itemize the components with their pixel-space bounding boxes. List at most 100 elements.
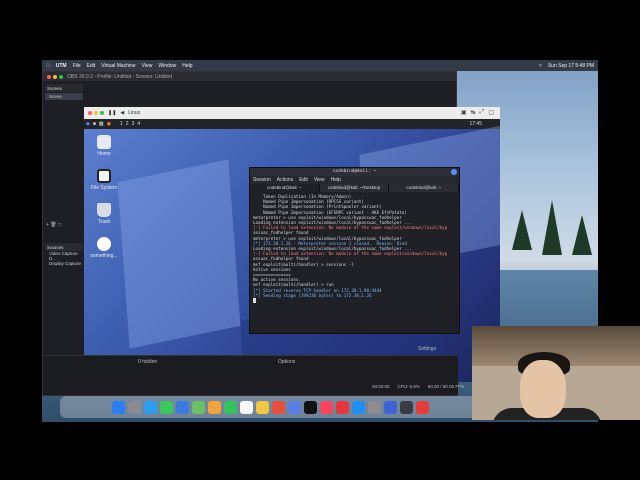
terminal-menu-actions[interactable]: Actions [277, 177, 293, 183]
vm-drive-icon[interactable]: ▣ [461, 109, 467, 116]
vm-share-icon[interactable]: ↹ [470, 109, 475, 116]
workspace-3[interactable]: 3 [132, 121, 135, 127]
freeform-icon[interactable] [287, 400, 301, 414]
vm-preview: ❚❚ ◀ Linux ▣ ↹ ⤢ ▢ ◆ ■ ▩ ◉ 1 2 3 4 17:45… [84, 107, 500, 382]
finder-icon[interactable] [111, 400, 125, 414]
desktop-icon-label: something... [90, 253, 118, 259]
obs-icon[interactable] [399, 400, 413, 414]
mail-icon[interactable] [175, 400, 189, 414]
menu-edit[interactable]: Edit [87, 63, 96, 69]
reminders-icon[interactable] [271, 400, 285, 414]
vm-toolbar: ▣ ↹ ⤢ ▢ [461, 109, 494, 116]
vm-window-icon[interactable]: ▢ [488, 109, 494, 116]
menu-window[interactable]: Window [158, 63, 176, 69]
scenes-panel-label: Scenes [45, 84, 83, 92]
obs-statusbar: 00:00:00 CPU: 6.9% 60.00 / 60.00 FPS [372, 384, 464, 389]
terminal-window[interactable]: codebind@kali: ~ Session Actions Edit Vi… [249, 167, 460, 334]
workspace-2[interactable]: 2 [126, 121, 129, 127]
wallpaper-tree [512, 210, 532, 250]
source-item-display-capture[interactable]: Display Capture [45, 260, 83, 267]
maps-icon[interactable] [191, 400, 205, 414]
terminal-line: [*] Sending stage (199230 bytes) to 172.… [253, 292, 372, 298]
obs-controls: 0 hidden Options Settings [43, 346, 458, 395]
drive-icon [97, 169, 111, 183]
cpu-usage: CPU: 6.9% [397, 384, 420, 389]
menubar-app-name[interactable]: UTM [56, 63, 67, 69]
app-store-icon[interactable] [351, 400, 365, 414]
maximize-icon[interactable] [59, 74, 63, 79]
utm-icon[interactable] [383, 400, 397, 414]
music-icon[interactable] [319, 400, 333, 414]
vm-maximize-icon[interactable] [100, 111, 104, 115]
webcam-overlay [472, 326, 640, 420]
apple-icon[interactable]:  [46, 63, 50, 69]
terminal-tab-3[interactable]: codebind@kali: ~ [389, 184, 460, 192]
desktop-icon-trash[interactable]: Trash [84, 203, 124, 225]
kali-panel: ◆ ■ ▩ ◉ 1 2 3 4 17:45 [84, 119, 500, 129]
menu-virtual-machine[interactable]: Virtual Machine [101, 63, 135, 69]
terminal-menu-view[interactable]: View [314, 177, 325, 183]
settings-icon[interactable] [367, 400, 381, 414]
vm-titlebar: ❚❚ ◀ Linux ▣ ↹ ⤢ ▢ [84, 107, 500, 119]
menu-view[interactable]: View [142, 63, 153, 69]
vm-back-icon[interactable]: ◀ [120, 110, 124, 116]
terminal-titlebar: codebind@kali: ~ [250, 168, 459, 176]
safari-icon[interactable] [143, 400, 157, 414]
vm-close-icon[interactable] [88, 111, 92, 115]
app-icon[interactable] [415, 400, 429, 414]
terminal-menu-help[interactable]: Help [331, 177, 341, 183]
workspace-1[interactable]: 1 [120, 121, 123, 127]
news-icon[interactable] [335, 400, 349, 414]
menu-file[interactable]: File [73, 63, 81, 69]
vm-pause-icon[interactable]: ❚❚ [108, 110, 116, 116]
calendar-icon[interactable] [239, 400, 253, 414]
vm-resize-icon[interactable]: ⤢ [480, 109, 485, 116]
record-time: 00:00:00 [372, 384, 390, 389]
tv-icon[interactable] [303, 400, 317, 414]
webcam-person-face [520, 360, 566, 418]
wallpaper-tree [542, 200, 562, 255]
close-icon[interactable] [47, 74, 51, 79]
terminal-menu-session[interactable]: Session [253, 177, 271, 183]
home-icon [97, 135, 111, 149]
desktop-icon-home[interactable]: Home [84, 135, 124, 157]
terminal-tabs: codebind@kali: ~ codebind@kali: ~/Deskto… [250, 184, 460, 192]
screen:  UTM File Edit Virtual Machine View Win… [0, 0, 640, 480]
terminal-output[interactable]: Token Duplication (In Memory/Admin) Name… [250, 192, 459, 305]
scene-item[interactable]: Scene [45, 93, 83, 100]
terminal-menubar: Session Actions Edit View Help [250, 176, 459, 184]
kali-clock[interactable]: 17:45 [469, 121, 482, 127]
desktop-icon-file-system[interactable]: File System [84, 169, 124, 191]
terminal-menu-edit[interactable]: Edit [299, 177, 308, 183]
menubar-clock[interactable]: Sun Sep 17 5:48 PM [548, 63, 594, 69]
terminal-tab-1[interactable]: codebind@kali: ~ [250, 184, 320, 192]
kali-files-icon[interactable]: ■ [93, 121, 96, 127]
photos-icon[interactable] [207, 400, 221, 414]
kali-menu-icon[interactable]: ◆ [86, 121, 90, 127]
close-icon[interactable] [451, 169, 457, 175]
options-button[interactable]: Options [278, 359, 295, 365]
source-item-video-capture[interactable]: Video Capture D... [45, 251, 83, 261]
menu-help[interactable]: Help [182, 63, 192, 69]
desktop-icon-label: File System [90, 185, 118, 191]
wallpaper-shape [117, 159, 241, 349]
mac-menubar:  UTM File Edit Virtual Machine View Win… [42, 60, 598, 71]
add-scene-icon[interactable]: + 🗑 □ [46, 222, 61, 228]
messages-icon[interactable] [159, 400, 173, 414]
vm-minimize-icon[interactable] [94, 111, 98, 115]
notes-icon[interactable] [255, 400, 269, 414]
kali-terminal-icon[interactable]: ▩ [99, 121, 104, 127]
terminal-title: codebind@kali: ~ [332, 169, 377, 174]
workspace-4[interactable]: 4 [137, 121, 140, 127]
desktop-icon-other[interactable]: something... [84, 237, 124, 259]
minimize-icon[interactable] [53, 74, 57, 79]
terminal-tab-2[interactable]: codebind@kali: ~/Desktop [320, 184, 390, 192]
facetime-icon[interactable] [223, 400, 237, 414]
wifi-icon[interactable]: ≈ [539, 63, 542, 69]
settings-button[interactable]: Settings [418, 346, 436, 352]
fps-readout: 60.00 / 60.00 FPS [427, 384, 465, 389]
obs-title: OBS 30.0.2 - Profile: Untitled - Scenes:… [67, 73, 173, 80]
launchpad-icon[interactable] [127, 400, 141, 414]
kali-browser-icon[interactable]: ◉ [107, 121, 111, 127]
mac-dock [60, 396, 480, 418]
